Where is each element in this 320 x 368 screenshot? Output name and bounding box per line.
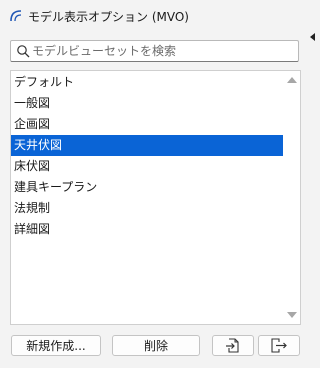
scroll-up-icon[interactable]	[287, 77, 297, 83]
list-item[interactable]: 天井伏図	[11, 135, 284, 156]
title-bar: モデル表示オプション (MVO)	[0, 0, 317, 32]
search-input[interactable]	[32, 42, 292, 60]
scroll-down-icon[interactable]	[287, 312, 297, 318]
collapse-arrow-icon[interactable]	[310, 33, 315, 41]
mvo-icon	[10, 10, 22, 22]
mvo-palette: モデル表示オプション (MVO) デフォルト一般図企画図天井伏図床伏図建具キープ…	[0, 0, 317, 368]
search-box[interactable]	[10, 40, 299, 62]
list-item[interactable]: 床伏図	[11, 156, 284, 177]
view-set-list: デフォルト 一般図 企画図 天井伏図 床伏図 建具キープラン 法規制 詳細図	[10, 70, 301, 325]
list-item[interactable]: 一般図	[11, 93, 284, 114]
list-item[interactable]: 法規制	[11, 198, 284, 219]
window-title: モデル表示オプション (MVO)	[28, 10, 189, 24]
new-button[interactable]: 新規作成...	[11, 335, 101, 356]
view-set-items: デフォルト 一般図 企画図 天井伏図 床伏図 建具キープラン 法規制 詳細図	[11, 72, 284, 240]
list-item[interactable]: 建具キープラン	[11, 177, 284, 198]
search-icon	[17, 45, 30, 58]
list-item[interactable]: 詳細図	[11, 219, 284, 240]
export-icon	[270, 338, 287, 353]
vertical-scrollbar[interactable]	[283, 71, 300, 324]
import-button[interactable]	[212, 335, 254, 356]
list-item[interactable]: デフォルト	[11, 72, 284, 93]
delete-button[interactable]: 削除	[112, 335, 200, 356]
list-item[interactable]: 企画図	[11, 114, 284, 135]
export-button[interactable]	[258, 335, 300, 356]
import-icon	[226, 338, 239, 353]
